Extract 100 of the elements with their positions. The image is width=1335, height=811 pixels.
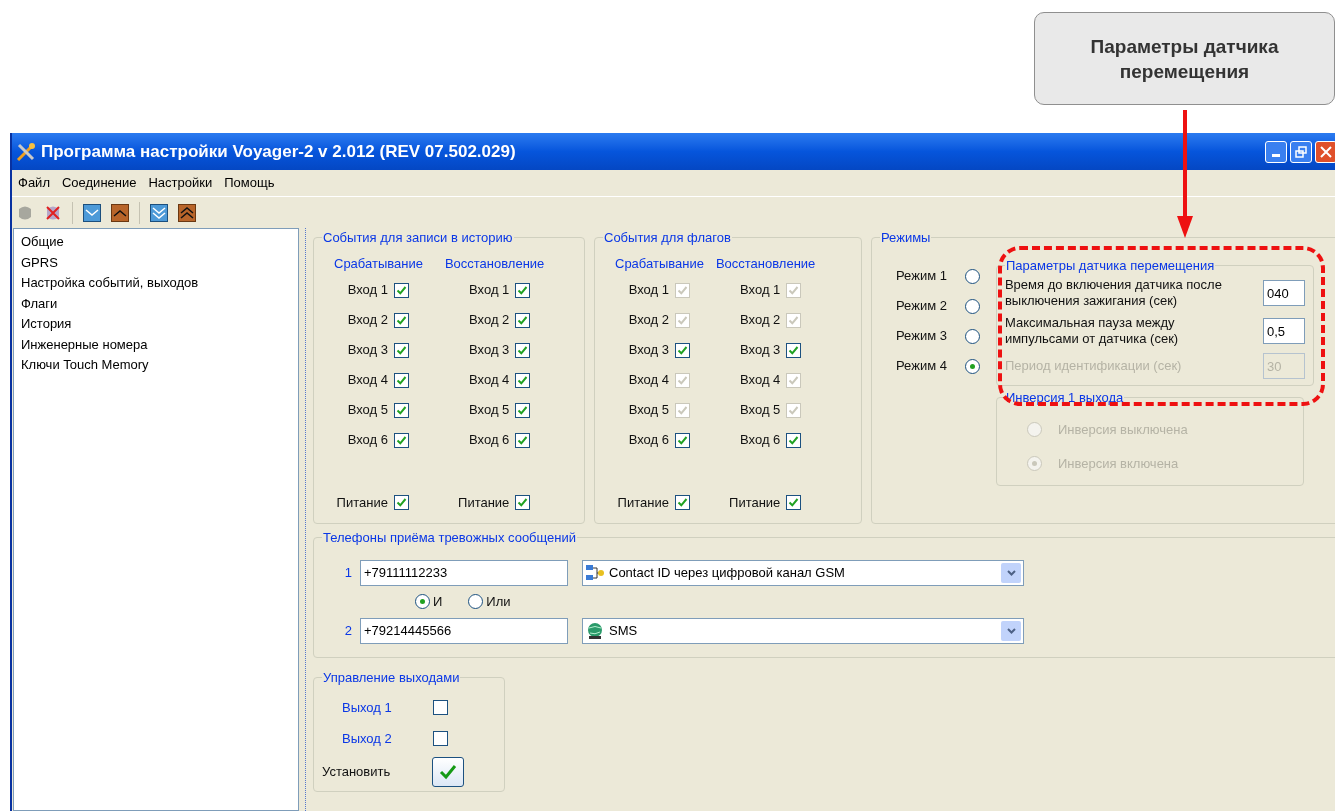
checkbox[interactable] xyxy=(515,402,531,418)
checkbox[interactable] xyxy=(786,432,802,448)
input-field[interactable]: 0,5 xyxy=(1262,318,1305,344)
chevron-up-icon[interactable] xyxy=(111,203,129,222)
checkbox[interactable] xyxy=(515,495,531,511)
checkbox-label: Вход 3 xyxy=(628,341,669,360)
row-number: 2 xyxy=(343,621,352,640)
group-title: Параметры датчика перемещения xyxy=(1004,256,1216,275)
sidebar-item[interactable]: Общие xyxy=(21,232,291,253)
radio-button[interactable] xyxy=(468,594,484,609)
checkbox-label: Вход 6 xyxy=(740,431,781,450)
checkbox-label: Вход 5 xyxy=(347,401,388,420)
globe-icon xyxy=(585,621,605,640)
channel-dropdown[interactable]: SMS xyxy=(582,617,1024,644)
window-title: Программа настройки Voyager-2 v 2.012 (REV 07.502.029) xyxy=(41,140,516,163)
double-chevron-up-icon[interactable] xyxy=(178,203,196,222)
minimize-button[interactable] xyxy=(1265,140,1287,163)
column-heading: Срабатывание xyxy=(615,254,704,273)
field-label: Максимальная пауза между импульсами от датчика (сек) xyxy=(1004,315,1180,347)
radio-button[interactable] xyxy=(964,358,980,374)
group-title: События для записи в историю xyxy=(322,229,514,247)
group-title: Инверсия 1 выхода xyxy=(1004,389,1125,407)
group-title: Управление выходами xyxy=(322,669,461,687)
checkbox-label: Вход 6 xyxy=(347,431,388,450)
input-field[interactable]: 040 xyxy=(1262,280,1305,306)
menu-item[interactable]: Помощь xyxy=(224,173,275,193)
radio-button[interactable] xyxy=(964,328,980,344)
dropdown-value: Contact ID через цифровой канал GSM xyxy=(609,563,845,582)
chevron-down-icon xyxy=(1006,569,1016,576)
checkbox[interactable] xyxy=(515,312,531,328)
menu-item[interactable]: Файл xyxy=(18,173,50,193)
radio-label: Режим 4 xyxy=(896,357,947,376)
checkbox[interactable] xyxy=(393,312,409,328)
phone-field[interactable]: +79214445566 xyxy=(360,617,568,644)
checkbox[interactable] xyxy=(515,432,531,448)
checkbox[interactable] xyxy=(786,495,802,511)
sidebar-item[interactable]: GPRS xyxy=(21,252,291,273)
checkbox-label: Вход 5 xyxy=(628,401,669,420)
checkbox-label: Вход 1 xyxy=(740,281,781,300)
chevron-down-icon[interactable] xyxy=(83,203,101,222)
radio-label: И xyxy=(433,592,443,611)
row-number: 1 xyxy=(343,563,352,582)
field-label: Время до включения датчика после выключения зажигания (сек) xyxy=(1004,277,1223,309)
checkbox-label: Вход 1 xyxy=(347,281,388,300)
sidebar-item[interactable]: История xyxy=(21,314,291,335)
channel-dropdown[interactable]: Contact ID через цифровой канал GSM xyxy=(582,559,1024,586)
checkbox-label: Вход 1 xyxy=(469,281,510,300)
menu-item[interactable]: Соединение xyxy=(61,173,137,193)
sidebar-item[interactable]: Инженерные номера xyxy=(21,334,291,355)
checkbox[interactable] xyxy=(393,432,409,448)
close-button[interactable] xyxy=(1315,140,1335,163)
checkbox-label: Питание xyxy=(617,494,669,512)
radio-button[interactable] xyxy=(964,268,980,284)
checkbox-label: Питание xyxy=(729,494,781,512)
checkbox-label: Вход 1 xyxy=(628,281,669,300)
checkbox[interactable] xyxy=(515,372,531,388)
checkbox[interactable] xyxy=(393,402,409,418)
checkbox[interactable] xyxy=(393,282,409,298)
sidebar-item[interactable]: Ключи Touch Memory xyxy=(21,355,291,376)
checkbox-label: Вход 5 xyxy=(740,401,781,420)
restore-button[interactable] xyxy=(1290,140,1312,163)
column-heading: Срабатывание xyxy=(334,254,423,273)
column-heading: Восстановление xyxy=(715,254,816,273)
button-label: Установить xyxy=(322,762,392,781)
group-title: Режимы xyxy=(880,229,932,247)
radio-label: Режим 3 xyxy=(896,327,947,346)
checkbox-label: Вход 3 xyxy=(347,341,388,360)
checkbox[interactable] xyxy=(393,372,409,388)
apply-button[interactable] xyxy=(432,756,464,787)
group-title: События для флагов xyxy=(603,229,732,247)
checkbox-label: Вход 4 xyxy=(740,371,781,390)
callout-box: Параметры датчика перемещения xyxy=(1034,12,1335,105)
checkbox-label: Вход 6 xyxy=(628,431,669,450)
checkbox[interactable] xyxy=(393,495,409,511)
checkbox[interactable] xyxy=(674,342,690,358)
checkbox-label: Вход 2 xyxy=(347,311,388,330)
checkbox-label: Вход 5 xyxy=(469,401,510,420)
phone-field[interactable]: +79111112233 xyxy=(360,559,568,586)
checkbox[interactable] xyxy=(515,282,531,298)
checkbox-label: Вход 4 xyxy=(347,371,388,390)
checkbox[interactable] xyxy=(393,342,409,358)
checkbox-label: Выход 1 xyxy=(341,698,393,717)
menu-item[interactable]: Настройки xyxy=(148,173,213,193)
checkbox[interactable] xyxy=(786,342,802,358)
checkbox[interactable] xyxy=(674,495,690,511)
double-chevron-down-icon[interactable] xyxy=(150,203,168,222)
close-icon xyxy=(1320,145,1332,158)
checkbox[interactable] xyxy=(515,342,531,358)
network-icon xyxy=(585,563,605,582)
radio-button[interactable] xyxy=(415,594,430,609)
checkbox-label: Выход 2 xyxy=(341,730,393,748)
checkbox-label: Вход 2 xyxy=(469,311,510,330)
sidebar-item[interactable]: Настройка событий, выходов xyxy=(21,273,291,294)
checkbox[interactable] xyxy=(674,432,690,448)
radio-button[interactable] xyxy=(964,298,980,314)
sidebar-item[interactable]: Флаги xyxy=(21,293,291,314)
checkbox[interactable] xyxy=(433,731,448,747)
checkbox-label: Вход 4 xyxy=(469,371,510,390)
tools-icon xyxy=(15,140,37,163)
checkbox[interactable] xyxy=(433,699,448,715)
